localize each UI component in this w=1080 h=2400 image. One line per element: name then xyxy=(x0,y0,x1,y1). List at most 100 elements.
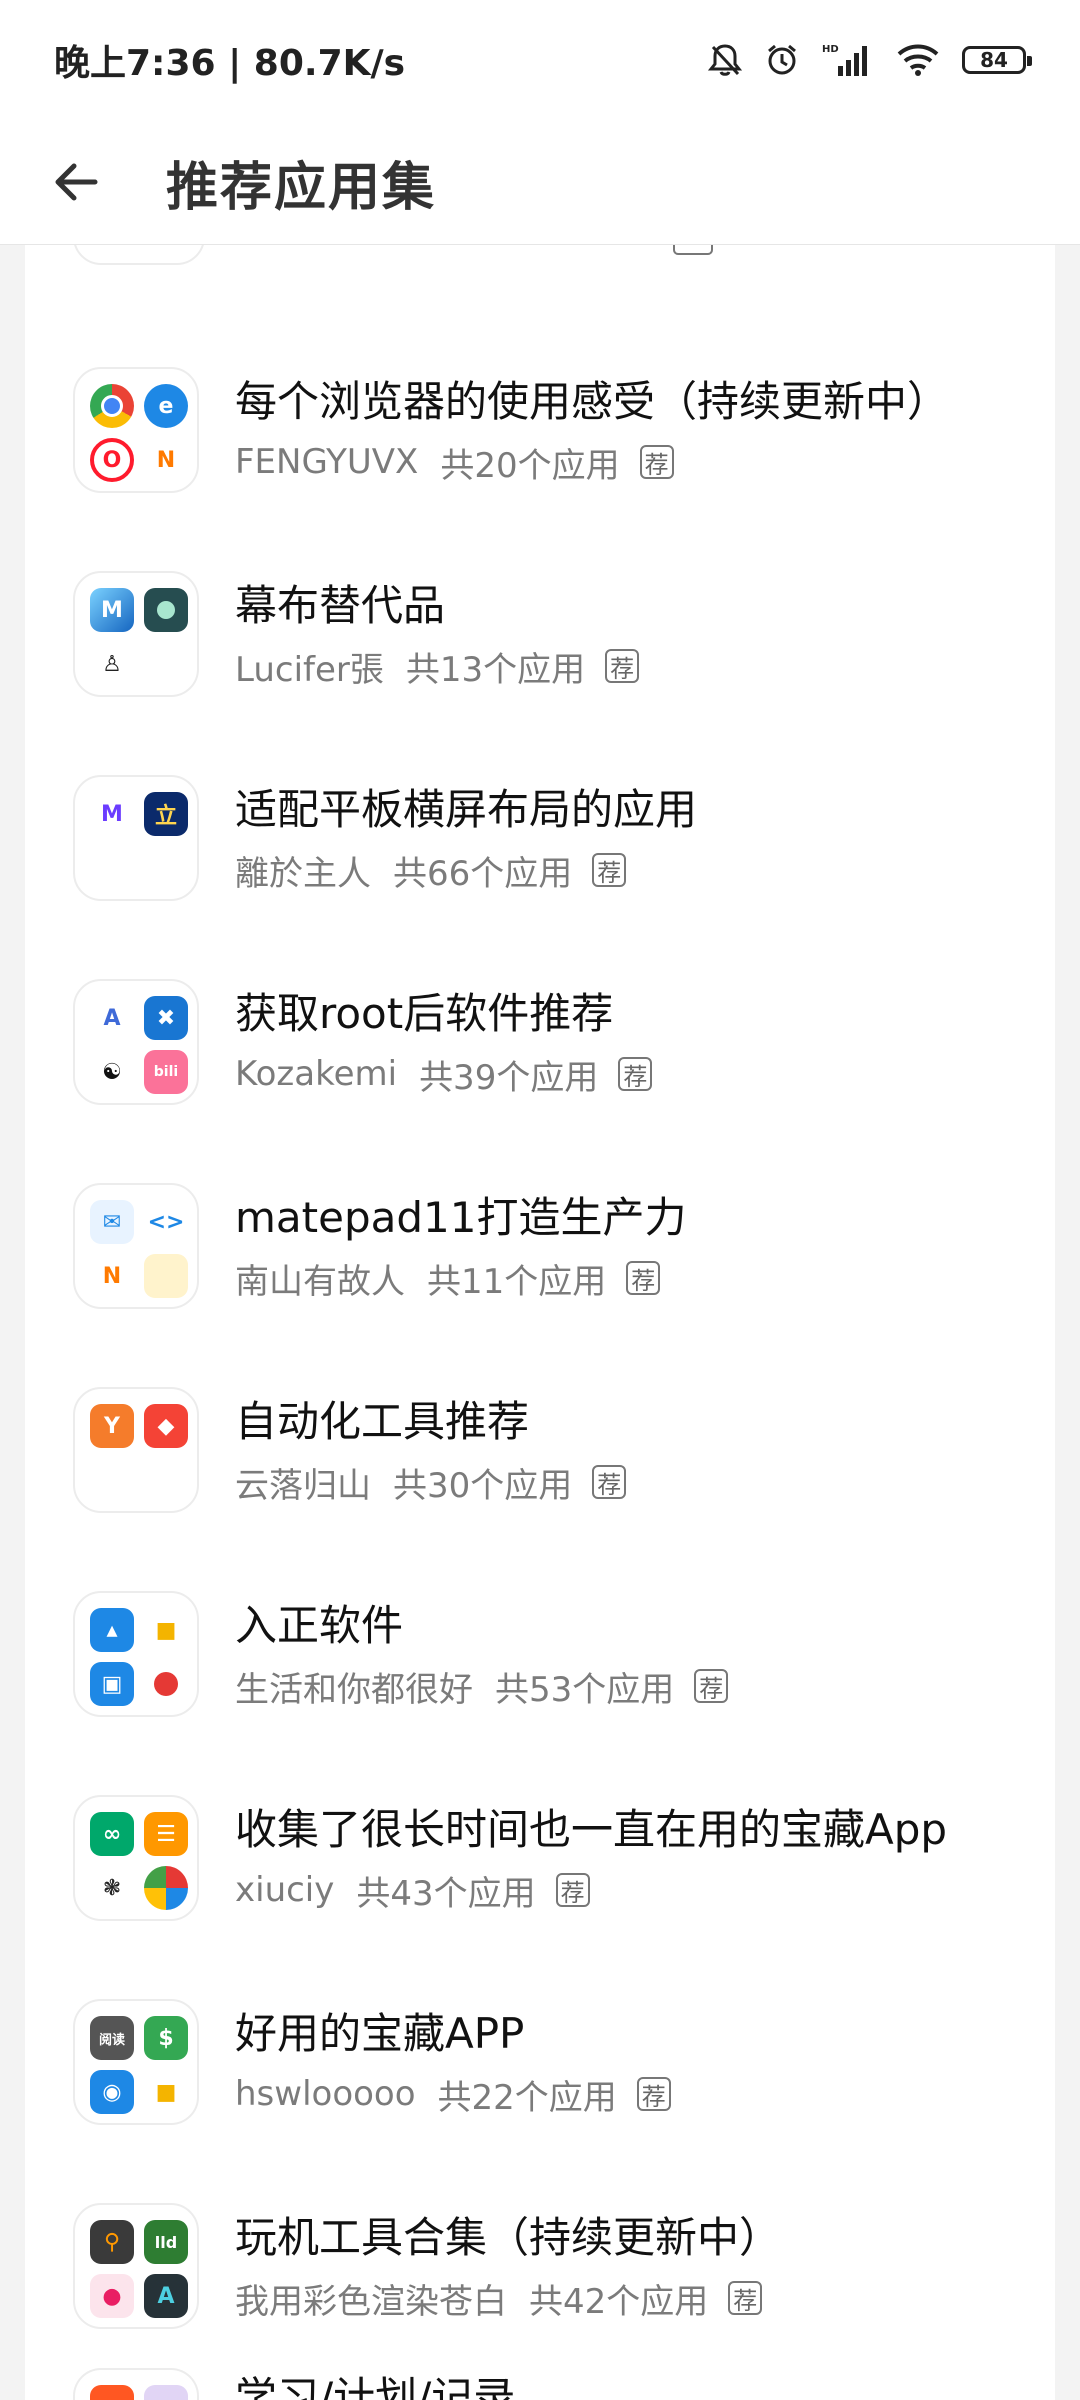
app-icon xyxy=(90,2385,134,2400)
collection-author: FENGYUVX xyxy=(235,442,419,482)
alarm-icon xyxy=(764,42,800,78)
collection-title: 获取root后软件推荐 xyxy=(235,988,614,1038)
empty-slot xyxy=(90,846,134,890)
sd-card-icon: ▣ xyxy=(90,1662,134,1706)
status-separator: | xyxy=(228,43,242,84)
store-icon: ▴ xyxy=(90,1608,134,1652)
collection-count: 共30个应用 xyxy=(393,1465,573,1506)
notion-like-icon: N xyxy=(90,1254,134,1298)
collection-item[interactable]: M ♙ 幕布替代品 Lucifer張 共13个应用 荐 xyxy=(25,532,1055,736)
collection-count: 共43个应用 xyxy=(356,1873,536,1914)
mubu-icon: M xyxy=(90,588,134,632)
partial-recommend-tag xyxy=(673,245,713,255)
collection-icon-grid: A ✖ ☯ bili xyxy=(73,979,199,1105)
collection-author: 生活和你都很好 xyxy=(235,1669,473,1710)
tools-icon: ✖ xyxy=(144,996,188,1040)
collection-count: 共13个应用 xyxy=(405,649,586,690)
gem-icon: ◆ xyxy=(144,1404,188,1448)
recommend-tag: 荐 xyxy=(694,1669,729,1703)
app-bar: 推荐应用集 xyxy=(0,120,1080,245)
empty-slot xyxy=(144,642,188,686)
collection-title: matepad11打造生产力 xyxy=(235,1192,687,1242)
collection-title: 学习/计划/记录 xyxy=(235,2373,516,2400)
collection-item[interactable]: M 立 适配平板横屏布局的应用 離於主人 共66个应用 荐 xyxy=(25,736,1055,940)
collection-item[interactable]: ⚲ lld ● A 玩机工具合集（持续更新中） 我用彩色渲染苍白 共42个应用 … xyxy=(25,2164,1055,2368)
recommend-tag: 荐 xyxy=(728,2281,763,2315)
mail-icon: ✉ xyxy=(90,1200,134,1244)
collection-author: 離於主人 xyxy=(235,853,371,894)
collection-item[interactable]: A ✖ ☯ bili 获取root后软件推荐 Kozakemi 共39个应用 荐 xyxy=(25,940,1055,1144)
collection-item[interactable]: 阅读 $ ◉ ■ 好用的宝藏APP hswlooooo 共22个应用 荐 xyxy=(25,1960,1055,2164)
empty-slot xyxy=(144,1458,188,1502)
collection-author: 南山有故人 xyxy=(235,1261,405,1302)
collection-item[interactable]: Y ◆ 自动化工具推荐 云落归山 共30个应用 荐 xyxy=(25,1348,1055,1552)
infinity-icon: ∞ xyxy=(90,1812,134,1856)
recommend-tag: 荐 xyxy=(626,1261,661,1295)
edge-icon: e xyxy=(144,384,188,428)
collection-count: 共42个应用 xyxy=(529,2281,709,2322)
status-icons: HD 84 xyxy=(708,42,1032,78)
collection-title: 玩机工具合集（持续更新中） xyxy=(235,2212,782,2262)
collection-count: 共66个应用 xyxy=(393,853,573,894)
status-left: 晚上7:36 | 80.7K/s xyxy=(54,34,405,86)
recommend-tag: 荐 xyxy=(618,1057,653,1091)
lld-icon: lld xyxy=(144,2220,188,2264)
camera-app-icon xyxy=(144,588,188,632)
page-title: 推荐应用集 xyxy=(166,157,437,218)
collection-author: xiuciy xyxy=(235,1870,335,1910)
collection-item[interactable]: e O N 每个浏览器的使用感受（持续更新中） FENGYUVX 共20个应用 … xyxy=(25,328,1055,532)
yuedu-icon: 阅读 xyxy=(90,2016,134,2060)
collection-title: 每个浏览器的使用感受（持续更新中） xyxy=(235,376,950,426)
collection-count: 共20个应用 xyxy=(440,445,620,486)
collection-list: e O N 每个浏览器的使用感受（持续更新中） FENGYUVX 共20个应用 … xyxy=(25,328,1055,2400)
partial-collection-item[interactable]: 学习/计划/记录 xyxy=(25,2368,1055,2400)
gift-icon: ■ xyxy=(144,1608,188,1652)
gift-icon: ■ xyxy=(144,2070,188,2114)
collection-title: 适配平板横屏布局的应用 xyxy=(235,784,698,834)
sparkle-icon: ❃ xyxy=(90,1866,134,1910)
ai-icon: A xyxy=(144,2274,188,2318)
collection-author: 我用彩色渲染苍白 xyxy=(235,2281,507,2322)
chrome-icon xyxy=(90,384,134,428)
partial-collection-icon xyxy=(73,245,205,265)
collection-count: 共39个应用 xyxy=(419,1057,599,1098)
collection-title: 好用的宝藏APP xyxy=(235,2008,525,2058)
collection-count: 共11个应用 xyxy=(427,1261,607,1302)
collection-icon-grid xyxy=(73,2368,199,2400)
opera-icon: O xyxy=(90,438,134,482)
collection-title: 幕布替代品 xyxy=(235,580,446,630)
pinwheel-icon xyxy=(144,1866,188,1910)
notes-icon xyxy=(144,1254,188,1298)
collection-icon-grid: e O N xyxy=(73,367,199,493)
collection-item[interactable]: ∞ ☰ ❃ 收集了很长时间也一直在用的宝藏App xiuciy 共43个应用 荐 xyxy=(25,1756,1055,1960)
collection-author: Lucifer張 xyxy=(235,649,384,690)
collection-item[interactable]: ▴ ■ ▣ 入正软件 生活和你都很好 共53个应用 荐 xyxy=(25,1552,1055,1756)
anime-icon: ● xyxy=(90,2274,134,2318)
collection-author: 云落归山 xyxy=(235,1465,371,1506)
svg-text:HD: HD xyxy=(822,44,839,55)
layers-icon: ☰ xyxy=(144,1812,188,1856)
collection-author: Kozakemi xyxy=(235,1054,398,1094)
arrow-left-icon xyxy=(55,163,98,201)
bilibili-icon: bili xyxy=(144,1050,188,1094)
collection-icon-grid: 阅读 $ ◉ ■ xyxy=(73,1999,199,2125)
recommend-tag: 荐 xyxy=(592,1465,627,1499)
collection-count: 共22个应用 xyxy=(437,2077,617,2118)
recommend-tag: 荐 xyxy=(555,1873,590,1907)
collection-title: 收集了很长时间也一直在用的宝藏App xyxy=(235,1804,948,1854)
empty-slot xyxy=(90,1458,134,1502)
recommend-tag: 荐 xyxy=(605,649,640,683)
app-icon xyxy=(144,2385,188,2400)
collection-icon-grid: ✉ <> N xyxy=(73,1183,199,1309)
vscode-icon: <> xyxy=(144,1200,188,1244)
collection-icon-grid: ⚲ lld ● A xyxy=(73,2203,199,2329)
notion-like-icon: N xyxy=(144,438,188,482)
search-icon: ⚲ xyxy=(90,2220,134,2264)
ybox-icon: Y xyxy=(90,1404,134,1448)
m-app-icon: M xyxy=(90,792,134,836)
fdroid-icon: A xyxy=(90,996,134,1040)
scanner-icon: ◉ xyxy=(90,2070,134,2114)
back-button[interactable] xyxy=(36,142,116,222)
collection-item[interactable]: ✉ <> N matepad11打造生产力 南山有故人 共11个应用 荐 xyxy=(25,1144,1055,1348)
collection-author: hswlooooo xyxy=(235,2074,416,2114)
